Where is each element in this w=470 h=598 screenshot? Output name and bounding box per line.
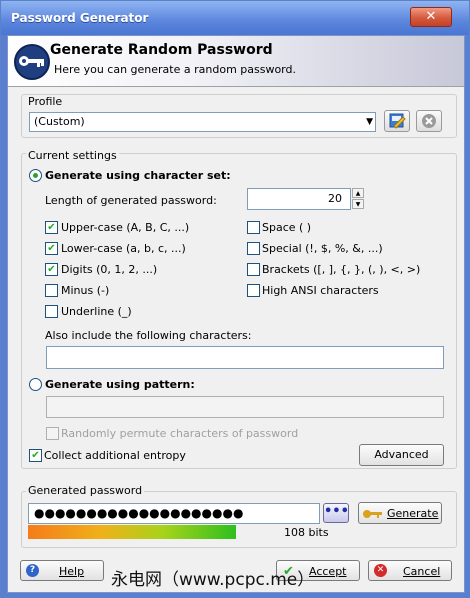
settings-group-label: Current settings [26,149,119,162]
chevron-down-icon: ▼ [366,117,373,127]
special-label[interactable]: Special (!, $, %, &, ...) [262,242,383,255]
lowercase-checkbox[interactable]: ✔ [45,242,58,255]
help-button-label: Help [59,565,85,578]
length-stepper[interactable]: ▲ ▼ [352,188,364,210]
toggle-visibility-button[interactable]: ••• [323,503,349,523]
generate-button[interactable]: Generate [358,502,442,524]
watermark-text: 永电网（www.pcpc.me） [111,570,315,590]
entropy-checkbox[interactable]: ✔ [29,449,42,462]
radio-selected-dot [33,173,38,178]
lowercase-label[interactable]: Lower-case (a, b, c, ...) [61,242,186,255]
underline-checkbox[interactable] [45,305,58,318]
password-quality-bar [28,525,236,539]
charset-radio[interactable] [29,169,42,182]
window-title: Password Generator [11,11,149,25]
entropy-label[interactable]: Collect additional entropy [44,449,186,462]
key-generate-icon [363,510,382,518]
help-button[interactable]: ? Help [20,560,104,581]
cancel-button-label: Cancel [403,565,441,578]
uppercase-label[interactable]: Upper-case (A, B, C, ...) [61,221,189,234]
length-value: 20 [328,192,342,205]
generated-group-label: Generated password [26,484,145,497]
pattern-radio[interactable] [29,378,42,391]
generated-password-value: ●●●●●●●●●●●●●●●●●●●● [34,506,244,520]
include-chars-input[interactable] [46,346,444,369]
generated-password-field[interactable]: ●●●●●●●●●●●●●●●●●●●● [28,503,320,524]
space-label[interactable]: Space ( ) [262,221,311,234]
header-subtitle: Here you can generate a random password. [54,63,296,76]
help-icon: ? [26,564,39,577]
special-checkbox[interactable] [247,242,260,255]
length-label: Length of generated password: [45,194,217,207]
spin-up-icon[interactable]: ▲ [352,188,364,198]
brackets-label[interactable]: Brackets ([, ], {, }, (, ), <, >) [262,263,420,276]
accept-button-label: Accept [309,565,347,578]
charset-radio-label[interactable]: Generate using character set: [45,169,231,182]
underline-label[interactable]: Underline (_) [61,305,132,318]
digits-label[interactable]: Digits (0, 1, 2, ...) [61,263,157,276]
edit-profile-icon [389,113,406,129]
cancel-icon: ✕ [374,564,387,577]
reveal-dots-icon: ••• [324,504,349,519]
key-icon [14,44,50,80]
profile-group-label: Profile [26,95,65,108]
delete-profile-button[interactable] [416,110,442,132]
generate-button-label: Generate [387,507,439,520]
cancel-button[interactable]: ✕ Cancel [368,560,452,581]
uppercase-checkbox[interactable]: ✔ [45,221,58,234]
include-chars-label: Also include the following characters: [45,329,252,342]
brackets-checkbox[interactable] [247,263,260,276]
permute-label[interactable]: Randomly permute characters of password [61,427,298,440]
high-ansi-label[interactable]: High ANSI characters [262,284,379,297]
close-icon: ✕ [425,9,437,24]
spin-down-icon[interactable]: ▼ [352,199,364,209]
space-checkbox[interactable] [247,221,260,234]
high-ansi-checkbox[interactable] [247,284,260,297]
profile-select[interactable]: (Custom) ▼ [29,112,376,132]
password-generator-window: Password Generator ✕ Generate Random Pas… [0,0,470,598]
profile-select-value: (Custom) [34,115,85,128]
advanced-button[interactable]: Advanced [359,444,444,466]
advanced-button-label: Advanced [374,448,429,461]
delete-icon [422,114,436,128]
save-profile-button[interactable] [384,110,410,132]
pattern-input[interactable] [46,396,444,418]
header-title: Generate Random Password [50,42,273,58]
password-quality-bits: 108 bits [284,526,329,539]
close-button[interactable]: ✕ [410,7,452,27]
header-banner: Generate Random Password Here you can ge… [8,36,464,87]
digits-checkbox[interactable]: ✔ [45,263,58,276]
minus-checkbox[interactable] [45,284,58,297]
pattern-radio-label[interactable]: Generate using pattern: [45,378,195,391]
minus-label[interactable]: Minus (-) [61,284,109,297]
title-bar[interactable]: Password Generator ✕ [1,1,469,35]
length-input[interactable]: 20 [247,188,351,210]
permute-checkbox[interactable] [46,427,59,440]
